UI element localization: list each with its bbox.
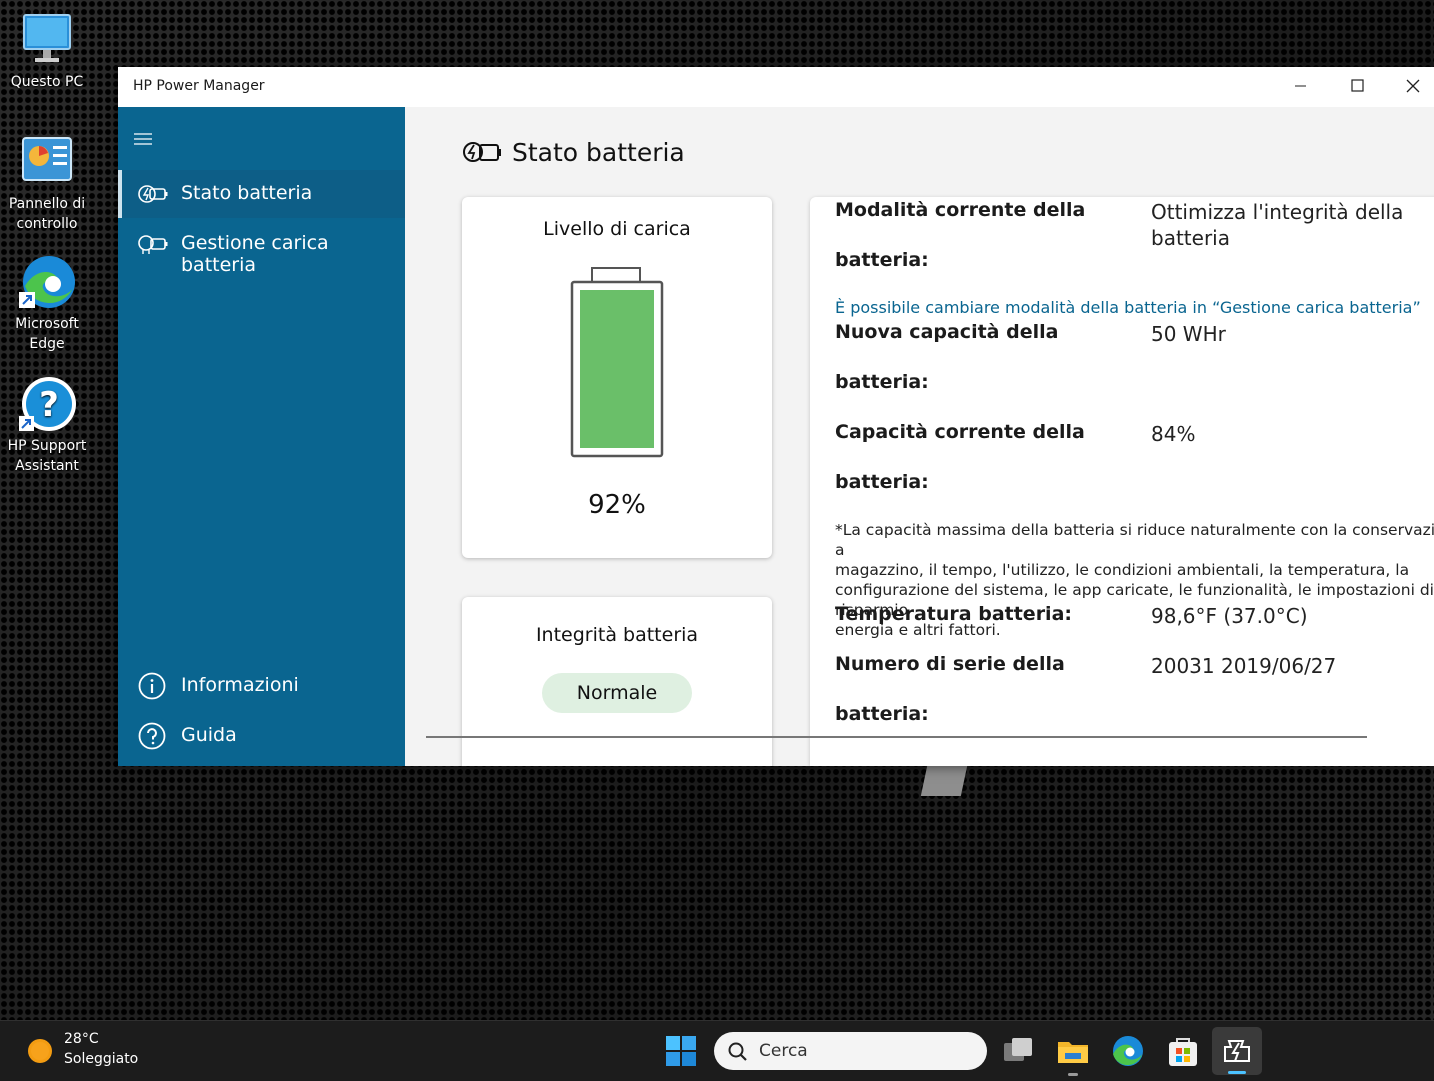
new-capacity-value: 50 WHr — [1151, 322, 1226, 346]
main-content: Stato batteria Livello di carica 92% Int… — [405, 107, 1434, 766]
start-button[interactable] — [663, 1033, 699, 1069]
battery-status-icon — [138, 185, 168, 203]
close-icon — [1406, 79, 1420, 93]
sidebar-item-label: Gestione carica batteria — [181, 232, 329, 276]
minimize-button[interactable] — [1272, 67, 1329, 107]
weather-temp: 28°C — [64, 1031, 99, 1047]
windows-start-icon — [666, 1036, 696, 1066]
edge-icon — [17, 252, 77, 312]
battery-mode-link[interactable]: È possibile cambiare modalità della batt… — [835, 298, 1421, 317]
new-capacity-label: Nuova capacità della — [835, 321, 1059, 343]
current-capacity-label: Capacità corrente della — [835, 421, 1085, 443]
mode-value: Ottimizza l'integrità della — [1151, 200, 1404, 224]
help-icon — [138, 722, 166, 750]
store-icon — [1169, 1038, 1197, 1066]
sidebar-item-stato-batteria[interactable]: Stato batteria — [118, 170, 405, 218]
help-icon: ? — [17, 374, 77, 434]
sidebar-item-label: Stato batteria — [181, 182, 313, 204]
taskbar-search[interactable]: Cerca — [714, 1032, 987, 1070]
mode-value-cont: batteria — [1151, 226, 1230, 250]
search-placeholder: Cerca — [759, 1041, 808, 1061]
desktop-icon-label: Microsoft Edge — [15, 316, 79, 352]
hamburger-icon — [134, 133, 152, 145]
charge-level-card: Livello di carica 92% — [462, 197, 772, 558]
sidebar-item-guida[interactable]: Guida — [118, 712, 405, 760]
desktop-icon-edge[interactable]: Microsoft Edge — [2, 252, 92, 354]
sidebar-item-label: Informazioni — [181, 674, 299, 696]
task-view-button[interactable] — [1000, 1033, 1036, 1069]
monitor-icon — [17, 10, 77, 70]
edge-taskbar-button[interactable] — [1110, 1033, 1146, 1069]
active-indicator — [1068, 1073, 1078, 1076]
maximize-icon — [1351, 79, 1364, 92]
serial-value: 20031 2019/06/27 — [1151, 654, 1337, 678]
sidebar-item-gestione-carica[interactable]: Gestione carica batteria — [118, 220, 405, 276]
sun-icon — [28, 1039, 52, 1063]
status-badge: Normale — [542, 673, 692, 713]
temperature-label: Temperatura batteria: — [835, 603, 1072, 625]
page-title: Stato batteria — [512, 138, 685, 167]
maximize-button[interactable] — [1329, 67, 1386, 107]
desktop-icon-control-panel[interactable]: Pannello di controllo — [2, 132, 92, 234]
store-button[interactable] — [1165, 1033, 1201, 1069]
search-icon — [728, 1042, 747, 1061]
hp-power-manager-window: HP Power Manager Stato batteria Gestione… — [118, 67, 1434, 766]
control-panel-icon — [17, 132, 77, 192]
info-icon — [138, 672, 166, 700]
horizontal-scrollbar[interactable] — [426, 736, 1367, 738]
serial-label: Numero di serie della — [835, 653, 1065, 675]
minimize-icon — [1295, 85, 1306, 87]
title-bar[interactable]: HP Power Manager — [118, 67, 1434, 107]
new-capacity-label-cont: batteria: — [835, 371, 929, 393]
desktop-icon-label: Pannello di controllo — [8, 196, 86, 232]
battery-level-graphic — [570, 267, 664, 458]
battery-health-card: Integrità batteria Normale — [462, 597, 772, 766]
desktop-icon-questo-pc[interactable]: Questo PC — [2, 10, 92, 92]
edge-icon — [1113, 1036, 1143, 1066]
current-capacity-value: 84% — [1151, 422, 1196, 446]
weather-widget[interactable]: 28°C Soleggiato — [26, 1030, 156, 1072]
hp-power-manager-icon — [1224, 1040, 1250, 1062]
hamburger-menu-button[interactable] — [132, 127, 156, 151]
current-capacity-label-cont: batteria: — [835, 471, 929, 493]
active-indicator — [1228, 1071, 1246, 1074]
battery-fill — [580, 290, 654, 448]
serial-label-cont: batteria: — [835, 703, 929, 725]
mode-label: Modalità corrente della — [835, 199, 1086, 221]
mode-label-cont: batteria: — [835, 249, 929, 271]
battery-details-panel: Modalità corrente della batteria: Ottimi… — [810, 197, 1434, 766]
temperature-value: 98,6°F (37.0°C) — [1151, 604, 1308, 628]
sidebar-item-informazioni[interactable]: Informazioni — [118, 662, 405, 710]
hp-power-manager-taskbar-button[interactable] — [1212, 1027, 1262, 1075]
battery-status-icon — [463, 142, 501, 162]
sidebar-item-label: Guida — [181, 724, 237, 746]
charge-level-value: 92% — [588, 490, 646, 520]
desktop-icon-hp-support[interactable]: ? HP Support Assistant — [2, 374, 92, 476]
charge-card-title: Livello di carica — [543, 218, 691, 240]
battery-charge-icon — [138, 235, 168, 254]
weather-desc: Soleggiato — [64, 1051, 139, 1067]
sidebar: Stato batteria Gestione carica batteria … — [118, 107, 405, 766]
close-button[interactable] — [1384, 67, 1434, 107]
svg-text:?: ? — [39, 385, 59, 425]
health-card-title: Integrità batteria — [535, 624, 699, 646]
background-object — [920, 766, 968, 796]
file-explorer-button[interactable] — [1055, 1033, 1091, 1069]
task-view-icon — [1004, 1038, 1032, 1061]
file-explorer-icon — [1058, 1042, 1088, 1063]
taskbar: 28°C Soleggiato Cerca — [0, 1020, 1434, 1081]
window-title: HP Power Manager — [133, 78, 265, 94]
desktop-icon-label: Questo PC — [10, 74, 84, 90]
desktop-icon-label: HP Support Assistant — [7, 438, 87, 474]
